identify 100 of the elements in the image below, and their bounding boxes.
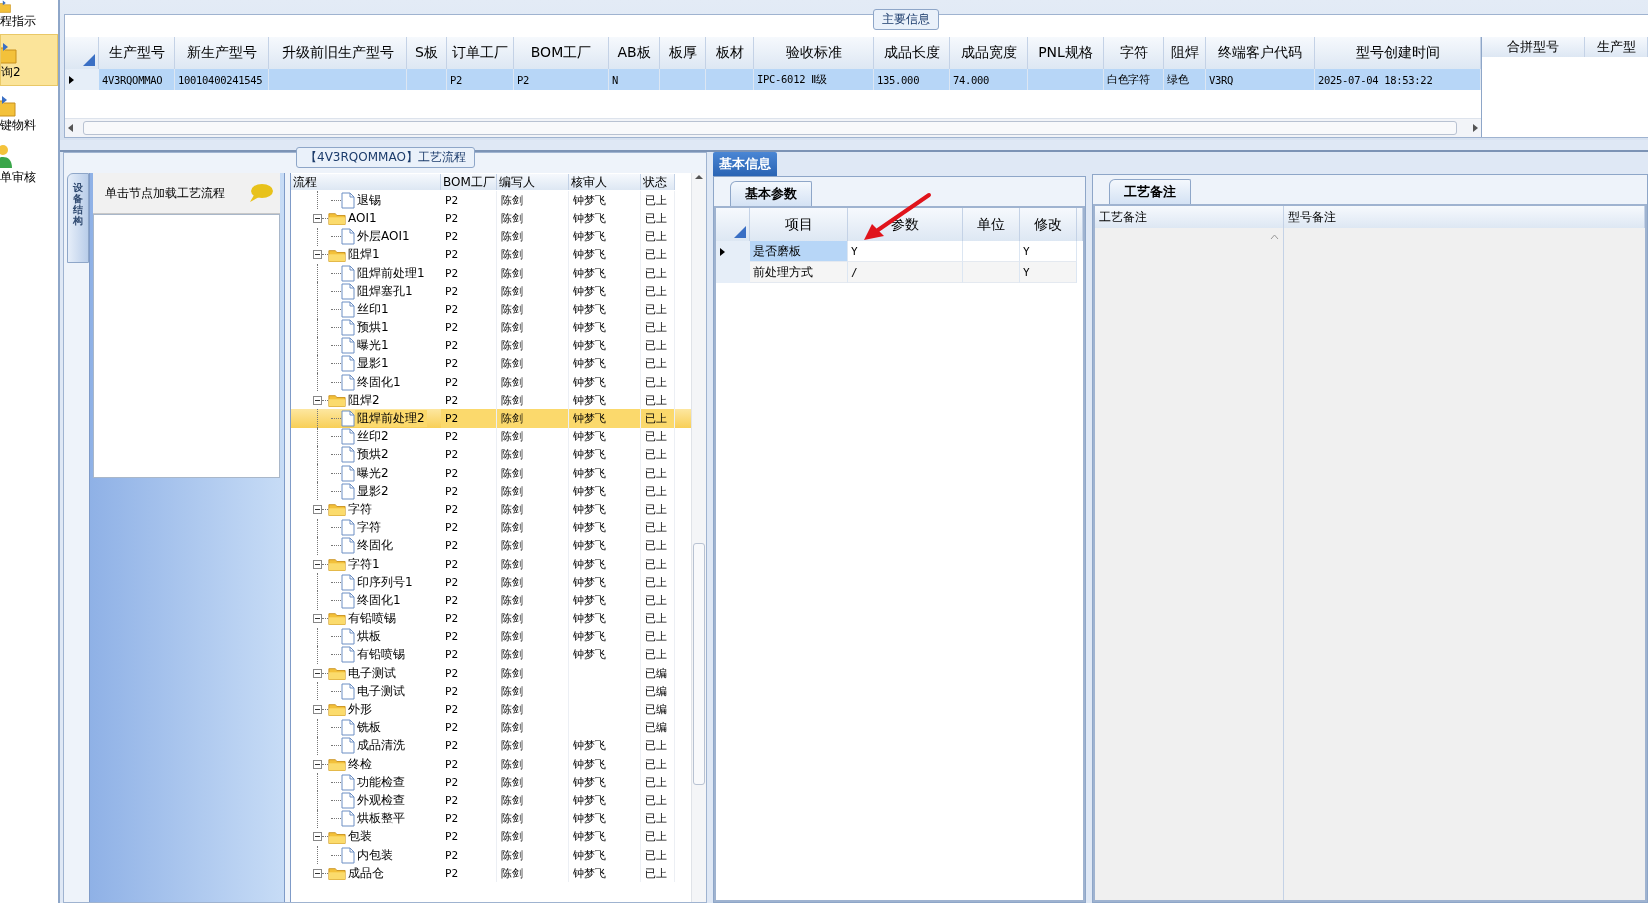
- tree-node-label[interactable]: 内包装: [355, 846, 395, 864]
- tree-row[interactable]: 电子测试 P2 陈剑 已编: [291, 682, 691, 701]
- tree-row[interactable]: 阻焊塞孔1 P2 陈剑 钟梦飞 已上: [291, 282, 691, 301]
- tree-node-label[interactable]: 包装: [346, 828, 374, 846]
- column-header[interactable]: 终端客户代码: [1206, 37, 1315, 69]
- tree-node-label[interactable]: 外观检查: [355, 791, 407, 809]
- column-header[interactable]: 型号备注: [1284, 206, 1645, 228]
- tree-node-label[interactable]: 终固化: [355, 537, 395, 555]
- tree-node-label[interactable]: 外层AOI1: [355, 228, 412, 246]
- tree-row[interactable]: 字符 P2 陈剑 钟梦飞 已上: [291, 500, 691, 519]
- tab[interactable]: 工艺备注: [1109, 179, 1191, 204]
- tree-node-label[interactable]: 预烘1: [355, 319, 391, 337]
- column-header[interactable]: 生产型: [1585, 37, 1648, 57]
- column-header[interactable]: 字符: [1104, 37, 1164, 69]
- tree-node-label[interactable]: 阻焊塞孔1: [355, 282, 415, 300]
- column-header[interactable]: 板厚: [660, 37, 706, 69]
- tree-row[interactable]: AOI1 P2 陈剑 钟梦飞 已上: [291, 209, 691, 228]
- tree-node-label[interactable]: 烘板整平: [355, 810, 407, 828]
- column-header[interactable]: 板材: [706, 37, 754, 69]
- tree-node-label[interactable]: 曝光1: [355, 337, 391, 355]
- collapse-icon[interactable]: [313, 759, 322, 769]
- column-header[interactable]: 订单工厂: [447, 37, 514, 69]
- tree-row[interactable]: 终检 P2 陈剑 钟梦飞 已上: [291, 755, 691, 774]
- collapse-icon[interactable]: [313, 668, 322, 678]
- column-header[interactable]: 合拼型号: [1482, 37, 1585, 57]
- tree-node-label[interactable]: 显影1: [355, 355, 391, 373]
- column-header[interactable]: 新生产型号: [175, 37, 269, 69]
- tree-row[interactable]: 终固化 P2 陈剑 钟梦飞 已上: [291, 536, 691, 555]
- tree-row[interactable]: 阻焊前处理1 P2 陈剑 钟梦飞 已上: [291, 263, 691, 283]
- tree-node-label[interactable]: AOI1: [346, 211, 379, 226]
- tree-row[interactable]: 功能检查 P2 陈剑 钟梦飞 已上: [291, 773, 691, 792]
- tree-row[interactable]: 成品仓 P2 陈剑 钟梦飞 已上: [291, 864, 691, 883]
- tree-node-label[interactable]: 字符: [346, 500, 374, 518]
- tab[interactable]: 基本信息: [713, 152, 777, 176]
- table-row[interactable]: 4V3RQOMMAO 10010400241545 P2 P2 N IPC-6012 Ⅱ级 135.000 74.000 白色字符 绿色 V3RQ 2025-07-04 18:53:22: [65, 69, 1481, 90]
- tree-row[interactable]: 退锡 P2 陈剑 钟梦飞 已上: [291, 191, 691, 210]
- tree-row[interactable]: 阻焊1 P2 陈剑 钟梦飞 已上: [291, 245, 691, 264]
- column-header[interactable]: 升级前旧生产型号: [269, 37, 407, 69]
- column-header[interactable]: BOM工厂: [441, 174, 497, 191]
- tree-node-label[interactable]: 成品仓: [346, 864, 386, 882]
- tree-node-label[interactable]: 有铅喷锡: [355, 646, 407, 664]
- tab[interactable]: 基本参数: [730, 181, 812, 206]
- tree-node-label[interactable]: 阻焊2: [346, 391, 382, 409]
- tree-node-label[interactable]: 显影2: [355, 482, 391, 500]
- tree-row[interactable]: 内包装 P2 陈剑 钟梦飞 已上: [291, 845, 691, 865]
- tree-row[interactable]: 丝印1 P2 陈剑 钟梦飞 已上: [291, 300, 691, 319]
- sidebar-item[interactable]: 键物料: [0, 86, 58, 138]
- column-header[interactable]: 修改: [1020, 208, 1077, 241]
- tree-node-label[interactable]: 字符1: [346, 555, 382, 573]
- tree-node-label[interactable]: 曝光2: [355, 464, 391, 482]
- tree-node-label[interactable]: 成品清洗: [355, 737, 407, 755]
- column-header[interactable]: PNL规格: [1028, 37, 1104, 69]
- column-header[interactable]: 核审人: [569, 174, 641, 191]
- column-header[interactable]: 型号创建时间: [1315, 37, 1481, 69]
- table-row[interactable]: 前处理方式 / Y: [716, 262, 1083, 283]
- scroll-up-icon[interactable]: [694, 173, 704, 181]
- tree-node-label[interactable]: 外形: [346, 701, 374, 719]
- side-tab[interactable]: 设备结构: [67, 173, 89, 263]
- column-header[interactable]: BOM工厂: [514, 37, 609, 69]
- tree-node-label[interactable]: 终固化1: [355, 373, 403, 391]
- tree-node-label[interactable]: 功能检查: [355, 773, 407, 791]
- tree-row[interactable]: 电子测试 P2 陈剑 已编: [291, 664, 691, 683]
- sidebar-item[interactable]: 单审核: [0, 138, 58, 190]
- column-header[interactable]: 编写人: [497, 174, 569, 191]
- tree-row[interactable]: 预烘2 P2 陈剑 钟梦飞 已上: [291, 445, 691, 464]
- collapse-icon[interactable]: [313, 395, 322, 405]
- collapse-icon[interactable]: [313, 213, 322, 223]
- tree-row[interactable]: 字符1 P2 陈剑 钟梦飞 已上: [291, 554, 691, 574]
- collapse-icon[interactable]: [313, 832, 322, 842]
- tree-row[interactable]: 有铅喷锡 P2 陈剑 钟梦飞 已上: [291, 645, 691, 665]
- tree-node-label[interactable]: 印序列号1: [355, 573, 415, 591]
- tree-row[interactable]: 显影2 P2 陈剑 钟梦飞 已上: [291, 482, 691, 501]
- tree-node-label[interactable]: 烘板: [355, 628, 383, 646]
- tree-row[interactable]: 阻焊前处理2 P2 陈剑 钟梦飞 已上: [291, 409, 691, 428]
- tree-row[interactable]: 预烘1 P2 陈剑 钟梦飞 已上: [291, 318, 691, 337]
- tree-node-label[interactable]: 终检: [346, 755, 374, 773]
- column-header[interactable]: 生产型号: [99, 37, 175, 69]
- scrollbar-thumb[interactable]: [83, 121, 1457, 135]
- column-header[interactable]: 流程: [291, 174, 441, 191]
- tree-row[interactable]: 曝光1 P2 陈剑 钟梦飞 已上: [291, 336, 691, 355]
- tree-node-label[interactable]: 丝印1: [355, 300, 391, 318]
- tree-node-label[interactable]: 预烘2: [355, 446, 391, 464]
- collapse-icon[interactable]: [313, 250, 322, 260]
- tree-row[interactable]: 丝印2 P2 陈剑 钟梦飞 已上: [291, 427, 691, 446]
- tree-row[interactable]: 外层AOI1 P2 陈剑 钟梦飞 已上: [291, 227, 691, 246]
- collapse-icon[interactable]: [313, 705, 322, 715]
- tree-node-label[interactable]: 终固化1: [355, 591, 403, 609]
- collapse-icon[interactable]: [313, 504, 322, 514]
- tree-row[interactable]: 终固化1 P2 陈剑 钟梦飞 已上: [291, 373, 691, 392]
- tree-node-label[interactable]: 阻焊前处理1: [355, 264, 427, 282]
- tree-row[interactable]: 曝光2 P2 陈剑 钟梦飞 已上: [291, 464, 691, 483]
- tree-node-label[interactable]: 丝印2: [355, 428, 391, 446]
- tree-node-label[interactable]: 铣板: [355, 719, 383, 737]
- column-header[interactable]: 工艺备注: [1095, 206, 1284, 228]
- tree-row[interactable]: 铣板 P2 陈剑 已编: [291, 718, 691, 737]
- tree-node-label[interactable]: 退锡: [355, 191, 383, 209]
- collapse-icon[interactable]: [313, 868, 322, 878]
- tree-node-label[interactable]: 阻焊前处理2: [355, 410, 427, 428]
- column-header[interactable]: 成品宽度: [950, 37, 1028, 69]
- column-header[interactable]: AB板: [609, 37, 660, 69]
